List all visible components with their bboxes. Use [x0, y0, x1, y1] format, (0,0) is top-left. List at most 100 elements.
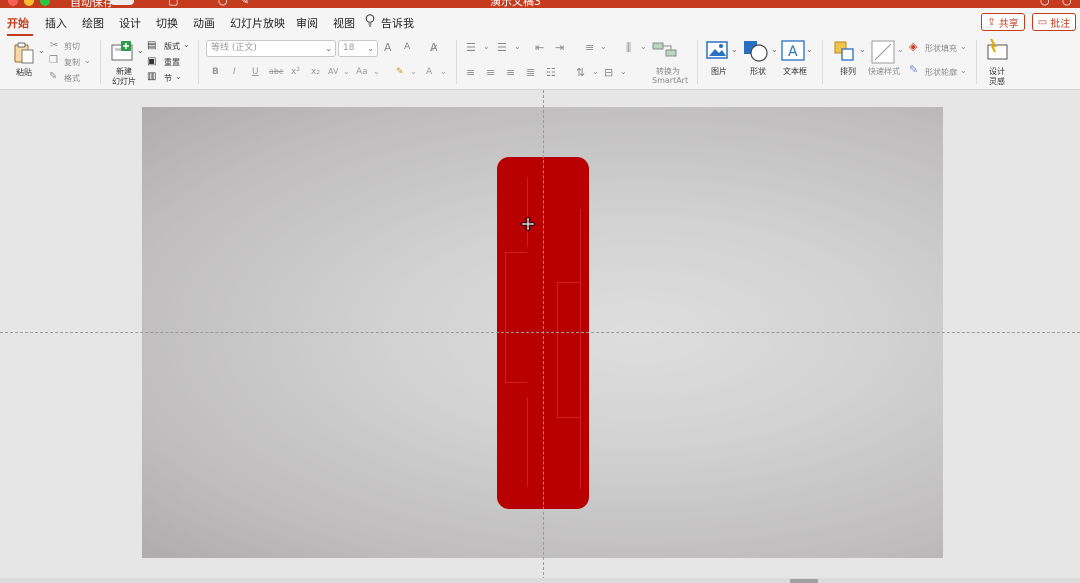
chevron-down-icon[interactable]: ⌄ — [410, 67, 417, 76]
chevron-down-icon[interactable]: ⌄ — [620, 67, 627, 76]
tab-tell-me[interactable]: 告诉我 — [381, 15, 414, 31]
quick-styles-icon[interactable] — [871, 40, 895, 64]
new-slide-dropdown-icon[interactable]: ⌄ — [137, 46, 144, 55]
reset-label[interactable]: 重置 — [164, 57, 180, 68]
shape-fill-icon[interactable]: ◈ — [909, 40, 917, 53]
shapes-icon[interactable] — [743, 40, 769, 62]
horizontal-scrollbar[interactable] — [0, 578, 1080, 583]
layout-label[interactable]: 版式 — [164, 41, 180, 52]
cut-label[interactable]: 剪切 — [64, 41, 80, 52]
save-icon[interactable]: ▢ — [168, 0, 178, 7]
chevron-down-icon[interactable]: ⌄ — [806, 45, 813, 54]
section-label[interactable]: 节 — [164, 73, 172, 84]
cut-icon[interactable]: ✂ — [50, 40, 58, 51]
tab-slideshow[interactable]: 幻灯片放映 — [230, 15, 285, 31]
chevron-down-icon[interactable]: ⌄ — [483, 42, 490, 51]
section-icon[interactable]: ▥ — [147, 71, 156, 82]
vertical-guide[interactable] — [543, 90, 544, 580]
distributed-icon[interactable]: ☷ — [546, 66, 556, 79]
chevron-down-icon[interactable]: ⌄ — [343, 67, 350, 76]
chevron-down-icon[interactable]: ⌄ — [960, 66, 967, 75]
columns-icon[interactable]: ⫼ — [626, 41, 631, 55]
increase-indent-icon[interactable]: ⇥ — [555, 41, 564, 54]
chevron-down-icon[interactable]: ⌄ — [859, 45, 866, 54]
superscript-button[interactable]: x² — [291, 67, 300, 77]
text-direction-icon[interactable]: ⇅ — [576, 66, 585, 79]
font-size-select[interactable]: 18 ⌄ — [338, 40, 378, 57]
decrease-indent-icon[interactable]: ⇤ — [535, 41, 544, 54]
search-icon[interactable]: ○ — [1040, 0, 1050, 7]
shape-outline-label[interactable]: 形状轮廓 — [925, 67, 957, 78]
justify-icon[interactable]: ≣ — [526, 66, 535, 79]
line-spacing-icon[interactable]: ≡ — [585, 41, 594, 54]
chevron-down-icon[interactable]: ⌄ — [771, 45, 778, 54]
chevron-down-icon[interactable]: ⌄ — [897, 45, 904, 54]
align-right-icon[interactable]: ≡ — [506, 66, 515, 79]
format-painter-label[interactable]: 格式 — [64, 73, 80, 84]
comments-button[interactable]: ▭ 批注 — [1032, 13, 1076, 31]
layout-dropdown-icon[interactable]: ⌄ — [183, 40, 190, 49]
bullets-icon[interactable]: ☰ — [466, 41, 476, 54]
chevron-down-icon[interactable]: ⌄ — [592, 67, 599, 76]
chevron-down-icon[interactable]: ⌄ — [731, 45, 738, 54]
slide-editing-area[interactable] — [0, 90, 1080, 580]
account-icon[interactable]: ○ — [1062, 0, 1072, 7]
arrange-icon[interactable] — [833, 40, 857, 64]
italic-button[interactable]: I — [233, 67, 236, 77]
font-name-select[interactable]: 等线 (正文) ⌄ — [206, 40, 336, 57]
chevron-down-icon[interactable]: ⌄ — [440, 67, 447, 76]
align-text-icon[interactable]: ⊟ — [604, 66, 613, 79]
paste-icon[interactable] — [12, 41, 36, 65]
designer-icon[interactable] — [985, 38, 1009, 62]
tab-view[interactable]: 视图 — [333, 15, 355, 31]
tab-design[interactable]: 设计 — [119, 15, 141, 31]
new-slide-icon[interactable] — [110, 41, 136, 63]
tab-draw[interactable]: 绘图 — [82, 15, 104, 31]
layout-icon[interactable]: ▤ — [147, 40, 156, 51]
tab-home[interactable]: 开始 — [7, 15, 29, 31]
format-painter-icon[interactable]: ✎ — [49, 71, 57, 82]
horizontal-guide[interactable] — [0, 332, 1080, 333]
tab-review[interactable]: 审阅 — [296, 15, 318, 31]
tab-animations[interactable]: 动画 — [193, 15, 215, 31]
chevron-down-icon[interactable]: ⌄ — [960, 42, 967, 51]
picture-icon[interactable] — [706, 41, 728, 59]
chevron-down-icon[interactable]: ⌄ — [640, 42, 647, 51]
copy-label[interactable]: 复制 — [64, 57, 80, 68]
scrollbar-thumb[interactable] — [790, 579, 818, 583]
font-color-button[interactable]: A — [426, 67, 432, 77]
align-left-icon[interactable]: ≡ — [466, 66, 475, 79]
tab-insert[interactable]: 插入 — [45, 15, 67, 31]
reset-icon[interactable]: ▣ — [147, 56, 156, 67]
copy-icon[interactable]: ❐ — [49, 55, 58, 66]
character-spacing-button[interactable]: AV — [328, 67, 338, 76]
customize-toolbar-icon[interactable]: ✎ — [240, 0, 249, 7]
underline-button[interactable]: U — [252, 67, 259, 77]
shape-outline-icon[interactable]: ✎ — [909, 63, 918, 76]
shape-fill-label[interactable]: 形状填充 — [925, 43, 957, 54]
copy-dropdown-icon[interactable]: ⌄ — [84, 56, 91, 65]
chevron-down-icon[interactable]: ⌄ — [373, 67, 380, 76]
grow-font-button[interactable]: A — [384, 41, 392, 54]
numbering-icon[interactable]: ☰ — [497, 41, 507, 54]
chevron-down-icon[interactable]: ⌄ — [514, 42, 521, 51]
subscript-button[interactable]: x₂ — [311, 67, 320, 77]
tab-transitions[interactable]: 切换 — [156, 15, 178, 31]
close-window-icon[interactable] — [8, 0, 18, 6]
textbox-icon[interactable]: A — [781, 40, 805, 62]
bold-button[interactable]: B — [212, 67, 219, 77]
paste-dropdown-icon[interactable]: ⌄ — [38, 46, 45, 55]
maximize-window-icon[interactable] — [40, 0, 50, 6]
chevron-down-icon[interactable]: ⌄ — [600, 42, 607, 51]
share-button[interactable]: ⇪ 共享 — [981, 13, 1025, 31]
strikethrough-button[interactable]: abc — [269, 67, 283, 76]
highlight-icon[interactable]: ✎ — [396, 67, 404, 77]
shrink-font-button[interactable]: A — [404, 42, 410, 52]
clear-formatting-icon[interactable]: A̷ — [430, 41, 438, 54]
align-center-icon[interactable]: ≡ — [486, 66, 495, 79]
change-case-button[interactable]: Aa — [356, 67, 368, 77]
minimize-window-icon[interactable] — [24, 0, 34, 6]
smartart-icon[interactable] — [652, 41, 678, 59]
section-dropdown-icon[interactable]: ⌄ — [175, 72, 182, 81]
autosave-toggle[interactable] — [110, 0, 134, 5]
